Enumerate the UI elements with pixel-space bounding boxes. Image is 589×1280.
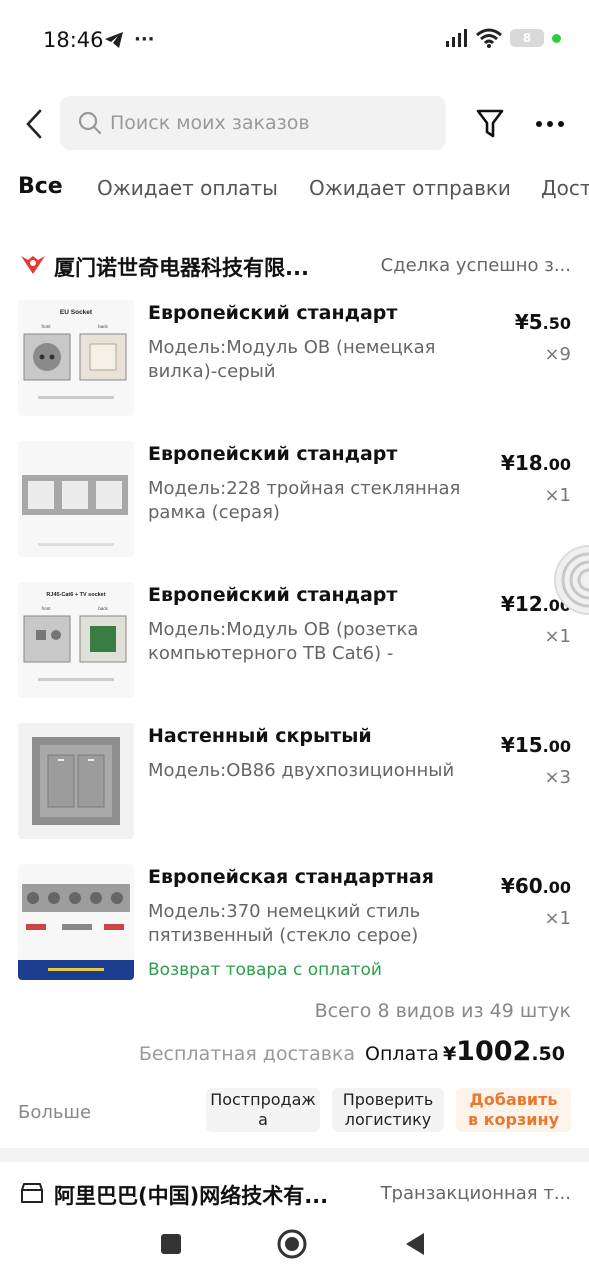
item-title: Европейский стандарт <box>148 302 398 324</box>
search-icon <box>78 111 102 135</box>
order-item[interactable]: RJ45-Cat6 + TV socket front back Европей… <box>0 582 589 702</box>
home-circle-icon <box>277 1229 307 1259</box>
thumb-label: back <box>98 606 108 611</box>
filter-button[interactable] <box>472 106 508 142</box>
product-image <box>18 441 134 557</box>
product-image <box>18 864 134 980</box>
back-button[interactable] <box>18 106 50 142</box>
tab-delivery[interactable]: Дост <box>541 176 589 200</box>
tab-all[interactable]: Все <box>18 174 63 199</box>
item-price: ¥60.00 <box>500 874 571 898</box>
floating-scroll-handle[interactable] <box>553 544 589 616</box>
item-price: ¥5.50 <box>514 310 571 334</box>
search-input[interactable] <box>110 112 430 134</box>
thumb-label: back <box>98 324 108 329</box>
more-dot-icon <box>558 121 564 127</box>
header <box>0 96 589 152</box>
item-model: Модель:Модуль OB (розетка компьютерного … <box>148 619 419 664</box>
item-model: Модель:Модуль OB (немецкая вилка)-серый <box>148 337 436 382</box>
item-title: Европейский стандарт <box>148 443 398 465</box>
signal-icon <box>446 29 467 47</box>
more-options-button[interactable] <box>530 106 570 142</box>
recent-apps-button[interactable] <box>155 1228 187 1260</box>
order-seller-row[interactable]: 阿里巴巴(中国)网络技术有... Транзакционная т... <box>0 1172 589 1216</box>
seller-name: 阿里巴巴(中国)网络技术有... <box>54 1184 329 1208</box>
return-label[interactable]: Возврат товара с оплатой <box>148 960 382 980</box>
item-quantity: ×1 <box>544 908 571 929</box>
payment-currency: ¥ <box>442 1043 457 1065</box>
order-item-count: Всего 8 видов из 49 штук <box>314 1000 571 1022</box>
payment-decimals: .50 <box>531 1043 565 1065</box>
more-dot-icon <box>536 121 542 127</box>
item-model: Модель:228 тройная стеклянная рамка (сер… <box>148 478 461 523</box>
status-time: 18:46 <box>43 28 104 52</box>
order-tabs: Все Ожидает оплаты Ожидает отправки Дост <box>0 168 589 214</box>
more-link[interactable]: Больше <box>18 1102 91 1123</box>
telegram-icon <box>105 31 123 48</box>
order-status: Транзакционная т... <box>380 1183 571 1204</box>
thumb-label: EU Socket <box>60 309 93 316</box>
back-nav-button[interactable] <box>398 1228 430 1260</box>
product-image: EU Socket front back <box>18 300 134 416</box>
item-model: Модель:OB86 двухпозиционный <box>148 760 455 781</box>
item-title: Настенный скрытый <box>148 725 372 747</box>
item-quantity: ×3 <box>544 767 571 788</box>
tab-awaiting-shipment[interactable]: Ожидает отправки <box>309 176 511 200</box>
order-seller-row[interactable]: 厦门诺世奇电器科技有限... Сделка успешно з... <box>0 244 589 288</box>
item-quantity: ×1 <box>544 485 571 506</box>
free-shipping-label: Бесплатная доставка <box>138 1043 356 1065</box>
item-price: ¥15.00 <box>500 733 571 757</box>
order-divider <box>0 1148 589 1162</box>
after-sale-button[interactable]: Постпродаж а <box>206 1088 320 1132</box>
order-item[interactable]: Европейская стандартная Модель:370 немец… <box>0 864 589 984</box>
more-dot-icon <box>547 121 553 127</box>
item-price: ¥18.00 <box>500 451 571 475</box>
item-model: Модель:370 немецкий стиль пятизвенный (с… <box>148 901 421 946</box>
concentric-circles-icon <box>554 545 589 615</box>
triangle-back-icon <box>406 1233 424 1255</box>
order-item[interactable]: EU Socket front back Европейский стандар… <box>0 300 589 420</box>
camera-indicator <box>552 33 561 43</box>
item-title: Европейский стандарт <box>148 584 398 606</box>
payment-label: Оплата <box>365 1043 439 1065</box>
thumb-label: front <box>41 324 51 329</box>
order-payment-summary: Бесплатная доставка Оплата ¥1002.50 <box>139 1036 565 1067</box>
wifi-icon <box>476 28 502 48</box>
check-logistics-button[interactable]: Проверить логистику <box>332 1088 444 1132</box>
item-title: Европейская стандартная <box>148 866 434 888</box>
order-status: Сделка успешно з... <box>380 255 571 276</box>
chevron-left-icon <box>26 109 42 139</box>
thumb-label: RJ45-Cat6 + TV socket <box>46 592 105 598</box>
product-image: RJ45-Cat6 + TV socket front back <box>18 582 134 698</box>
battery-icon: 8 <box>510 29 544 47</box>
store-icon <box>21 1183 43 1203</box>
item-quantity: ×1 <box>544 626 571 647</box>
item-quantity: ×9 <box>544 344 571 365</box>
add-to-cart-button[interactable]: Добавить в корзину <box>456 1088 571 1132</box>
square-icon <box>161 1234 181 1254</box>
status-bar: 18:46 ··· 8 <box>0 0 589 80</box>
order-item[interactable]: Европейский стандарт Модель:228 тройная … <box>0 441 589 561</box>
status-more-dots: ··· <box>134 29 155 50</box>
filter-icon <box>476 109 504 138</box>
thumb-label: front <box>41 606 51 611</box>
order-item[interactable]: Настенный скрытый Модель:OB86 двухпозици… <box>0 723 589 843</box>
seller-logo-icon <box>21 256 45 274</box>
product-image <box>18 723 134 839</box>
search-bar[interactable] <box>60 96 446 150</box>
payment-amount: 1002 <box>456 1036 532 1067</box>
system-nav-bar <box>0 1214 589 1280</box>
seller-name: 厦门诺世奇电器科技有限... <box>54 256 309 280</box>
tab-awaiting-payment[interactable]: Ожидает оплаты <box>97 176 278 200</box>
home-button[interactable] <box>276 1228 308 1260</box>
